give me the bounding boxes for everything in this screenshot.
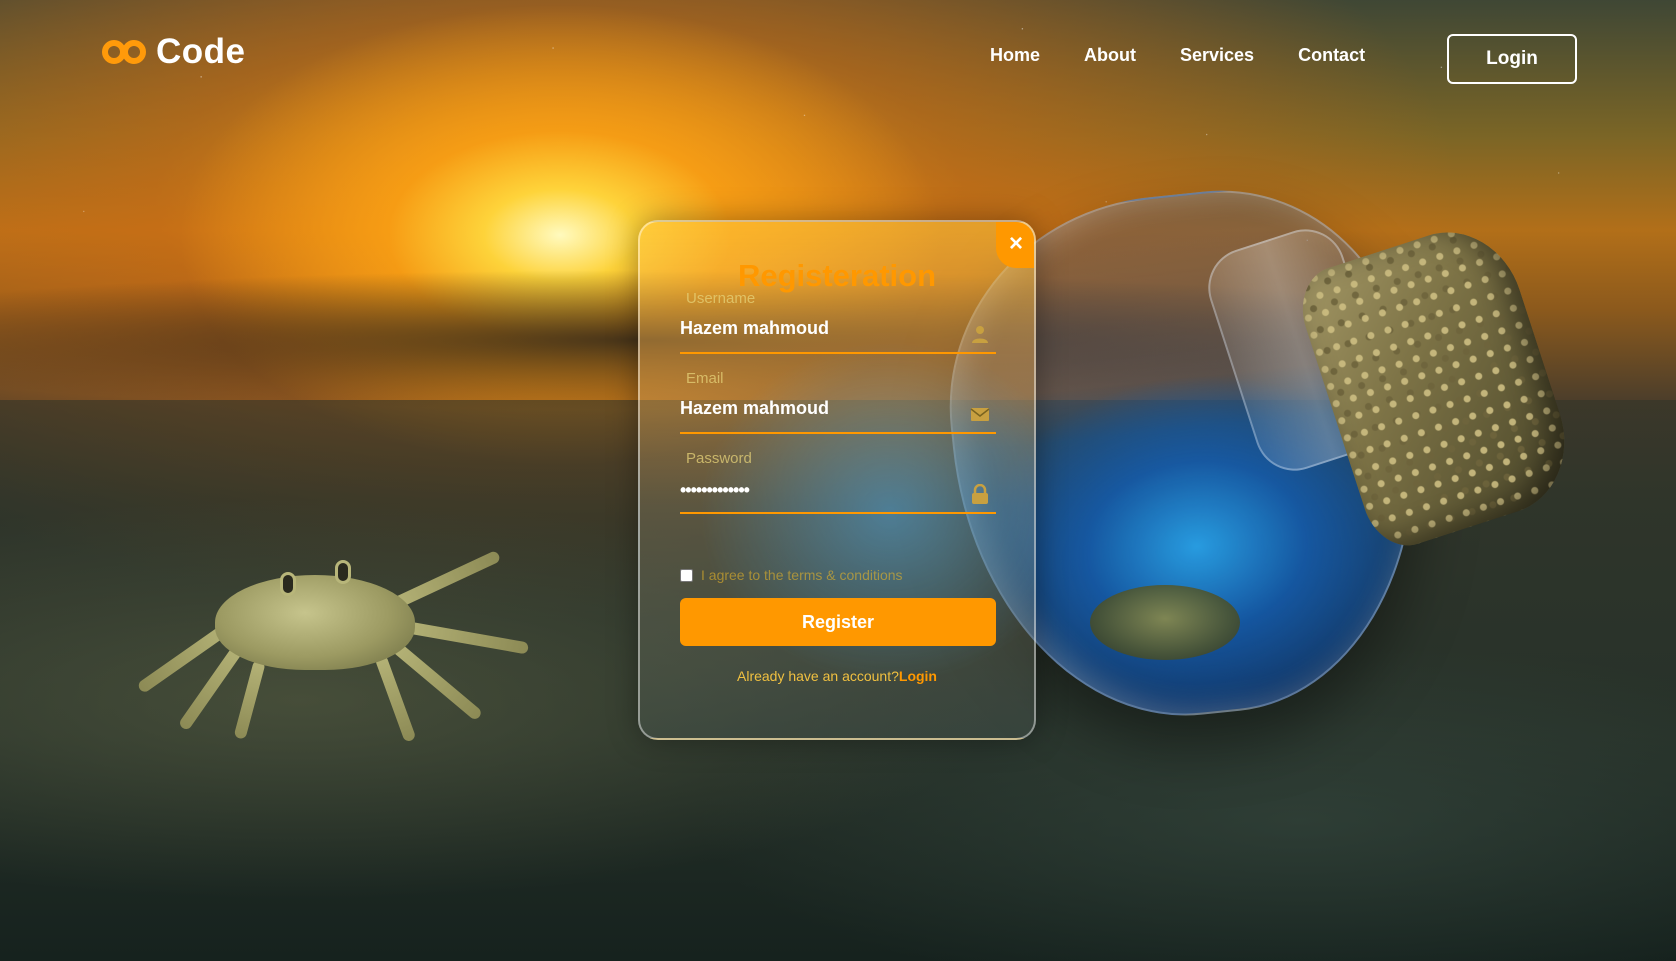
account-prompt: Already have an account?Login [640, 668, 1034, 684]
account-prompt-text: Already have an account? [737, 668, 899, 684]
password-field[interactable]: Password ••••••••••••• [680, 450, 996, 514]
password-value: ••••••••••••• [680, 480, 750, 500]
nav-home[interactable]: Home [990, 44, 1040, 66]
username-label: Username [686, 290, 756, 307]
header-login-button[interactable]: Login [1447, 34, 1577, 84]
main-nav: Home About Services Contact [990, 44, 1365, 66]
password-label: Password [686, 450, 752, 467]
nav-services[interactable]: Services [1180, 44, 1254, 66]
terms-label: I agree to the terms & conditions [701, 567, 903, 583]
brand-logo[interactable]: Code [102, 30, 246, 74]
terms-checkbox[interactable] [680, 568, 693, 582]
register-button[interactable]: Register [680, 598, 996, 646]
login-link[interactable]: Login [899, 668, 937, 684]
sea-turtle [1090, 585, 1240, 660]
mail-icon [970, 408, 990, 421]
username-field[interactable]: Username Hazem mahmoud [680, 290, 996, 354]
lock-icon [972, 484, 988, 504]
email-value: Hazem mahmoud [680, 398, 830, 418]
close-icon: × [1008, 230, 1023, 257]
infinity-icon [102, 38, 150, 66]
terms-row: I agree to the terms & conditions [680, 567, 903, 583]
email-field[interactable]: Email Hazem mahmoud [680, 370, 996, 434]
username-value: Hazem mahmoud [680, 318, 830, 338]
email-label: Email [686, 370, 724, 387]
brand-name: Code [156, 32, 246, 71]
nav-contact[interactable]: Contact [1298, 44, 1365, 66]
card-title: Registeration [737, 258, 937, 293]
user-icon [972, 326, 988, 343]
nav-about[interactable]: About [1084, 44, 1136, 66]
registration-card: × Registeration Username Hazem mahmoud E… [638, 220, 1036, 740]
